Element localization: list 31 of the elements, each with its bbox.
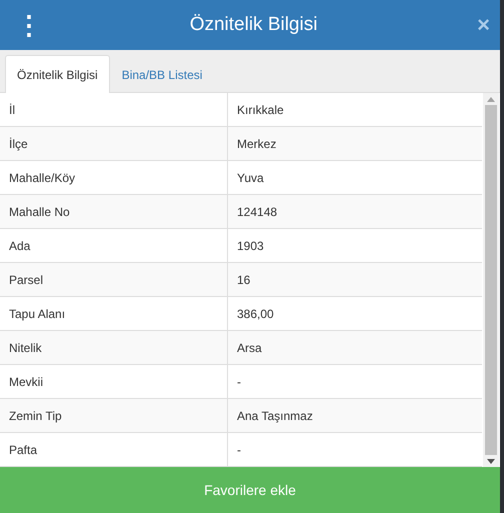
scroll-up-icon[interactable] — [487, 96, 495, 102]
attribute-name: Mahalle/Köy — [0, 161, 228, 194]
attribute-value: Merkez — [236, 136, 278, 152]
attribute-value: 386,00 — [236, 306, 275, 322]
attribute-value: 1903 — [236, 238, 265, 254]
menu-icon[interactable]: ⋮ — [16, 12, 30, 38]
attribute-name: Tapu Alanı — [0, 297, 228, 330]
tab[interactable]: Öznitelik Bilgisi — [5, 55, 110, 94]
attribute-name: Nitelik — [0, 331, 228, 364]
attribute-value: - — [236, 374, 242, 390]
tab[interactable]: Bina/BB Listesi — [110, 55, 214, 93]
attribute-name: Ada — [0, 229, 228, 262]
attribute-name: Mahalle No — [0, 195, 228, 228]
attribute-value: 16 — [236, 272, 252, 288]
attribute-value: 124148 — [236, 204, 278, 220]
attribute-name: Parsel — [0, 263, 228, 296]
attribute-value: Ana Taşınmaz — [236, 408, 314, 424]
attribute-name: Mevkii — [0, 365, 228, 398]
close-icon[interactable]: × — [477, 14, 490, 36]
window-title: Öznitelik Bilgisi — [188, 14, 318, 36]
attribute-value: Kırıkkale — [236, 102, 285, 118]
attribute-value: Arsa — [236, 340, 263, 356]
attribute-name: Zemin Tip — [0, 399, 228, 432]
add-favorites-button[interactable]: Favorilere ekle — [0, 467, 500, 513]
attribute-name: İl — [0, 93, 228, 126]
scrollbar[interactable] — [483, 93, 499, 467]
attribute-name: Pafta — [0, 433, 228, 466]
scroll-down-icon[interactable] — [487, 458, 495, 464]
attribute-value: - — [236, 442, 242, 458]
attribute-name: İlçe — [0, 127, 228, 160]
attribute-value: Yuva — [236, 170, 265, 186]
